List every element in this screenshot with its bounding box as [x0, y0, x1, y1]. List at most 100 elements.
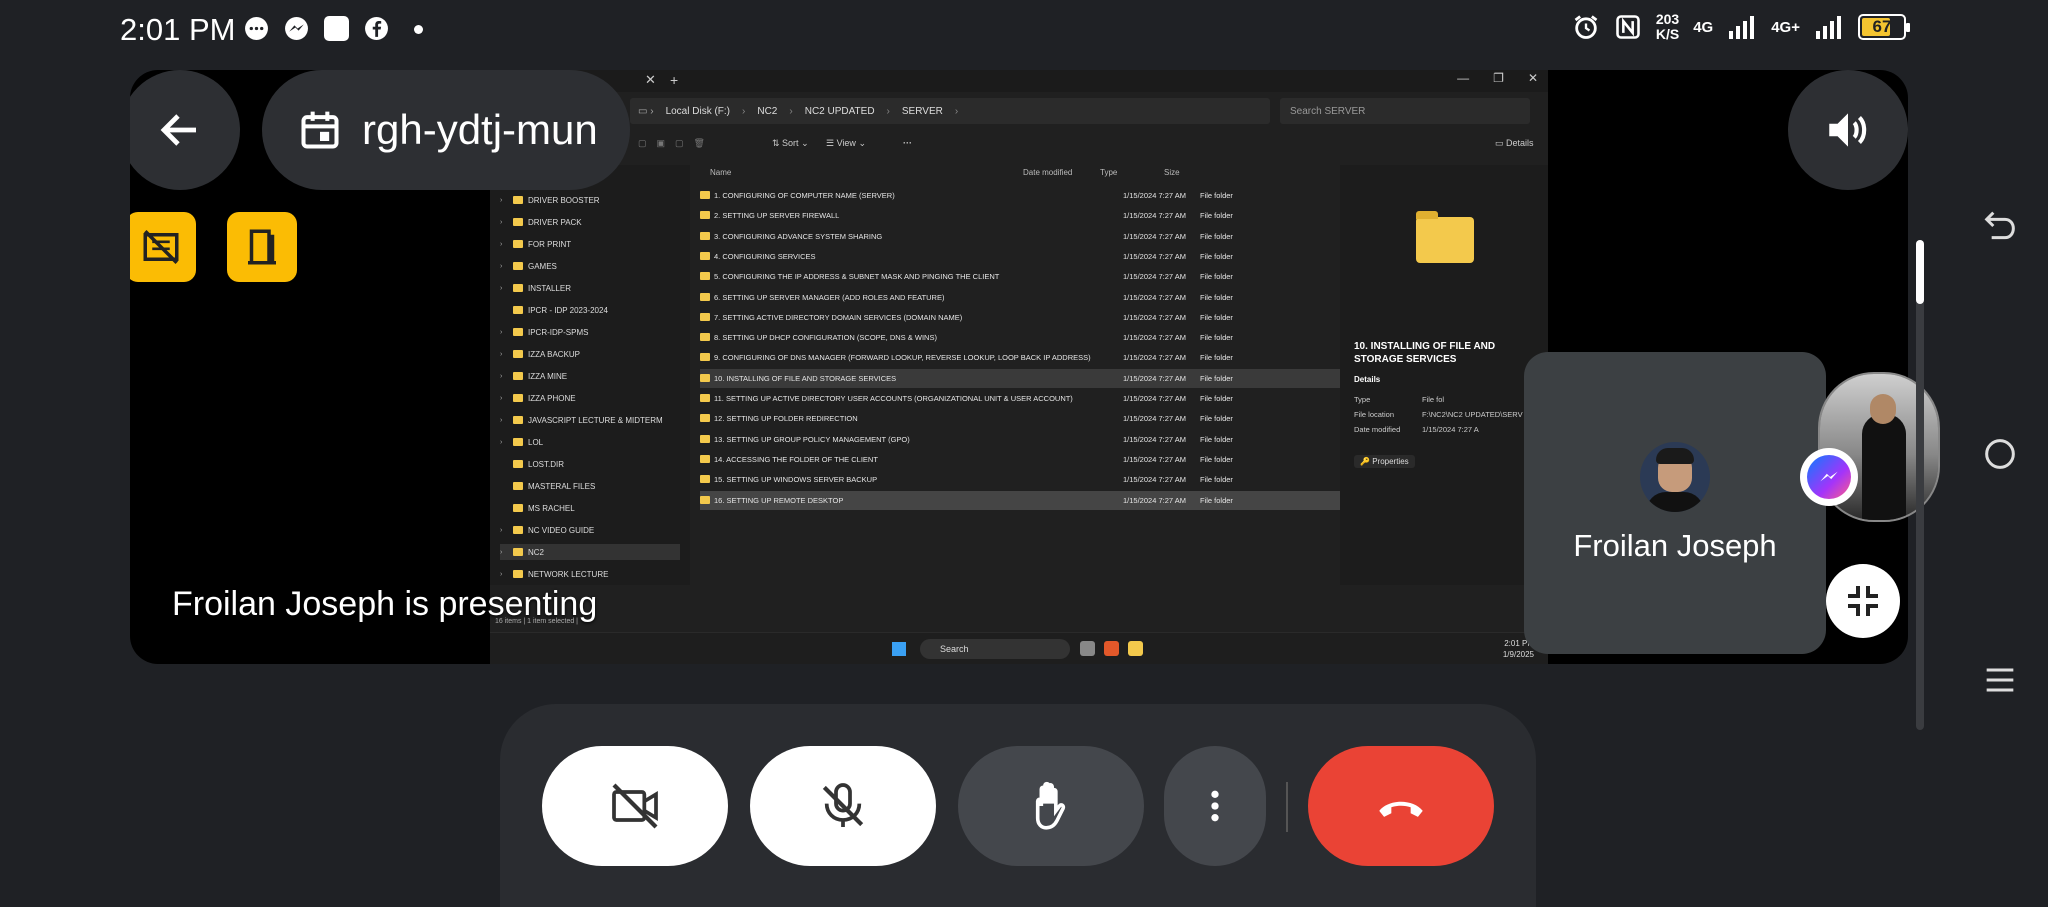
details-row-type: Type File fol [1354, 395, 1445, 404]
view-menu: ☰ View ⌄ [826, 138, 866, 148]
file-row: 16. SETTING UP REMOTE DESKTOP 1/15/2024 7… [700, 490, 1340, 510]
back-nav-icon[interactable] [1980, 206, 2020, 246]
address-row: ▭ › Local Disk (F:) › NC2 › NC2 UPDATED › S… [490, 98, 1548, 126]
folder-icon [700, 251, 710, 260]
more-menu: ··· [903, 138, 912, 148]
meeting-info-chip[interactable]: rgh-ydtj-mun [262, 70, 630, 190]
tab-close-icon: ✕ [645, 72, 656, 87]
file-row: 13. SETTING UP GROUP POLICY MANAGEMENT (… [700, 430, 1340, 449]
folder-icon [700, 272, 710, 281]
col-size: Size [1164, 168, 1180, 177]
nav-item-label: IZZA PHONE [528, 393, 576, 403]
messenger-icon [1820, 471, 1838, 482]
file-name: 5. CONFIGURING THE IP ADDRESS & SUBNET M… [714, 272, 1000, 282]
speed-value: 203 [1655, 11, 1680, 27]
nav-item-label: MS RACHEL [528, 503, 575, 513]
nav-item-label: MASTERAL FILES [528, 481, 596, 491]
menu-nav-icon[interactable] [1980, 660, 2020, 700]
more-vert-icon [1211, 790, 1219, 822]
nav-item-label: GAMES [528, 261, 557, 271]
participant-tile[interactable]: Froilan Joseph [1524, 352, 1826, 654]
more-options-button[interactable] [1164, 746, 1266, 866]
file-name: 15. SETTING UP WINDOWS SERVER BACKUP [714, 475, 878, 485]
file-type: File folder [1200, 495, 1233, 505]
network-speed: 203 K/S [1656, 12, 1679, 42]
speaker-button[interactable] [1788, 70, 1908, 190]
folder-icon [700, 434, 710, 443]
file-name: 12. SETTING UP FOLDER REDIRECTION [714, 414, 858, 424]
file-row: 2. SETTING UP SERVER FIREWALL 1/15/2024 7… [700, 206, 1340, 225]
raise-hand-button[interactable] [958, 746, 1144, 866]
nav-item: MASTERAL FILES [500, 478, 680, 494]
details-title: 10. INSTALLING OF FILE AND STORAGE SERVI… [1354, 341, 1496, 365]
task-view-icon [1080, 641, 1095, 656]
nav-item: › LOL [500, 437, 544, 447]
file-date: 1/15/2024 7:27 AM [1123, 373, 1186, 383]
host-present-off-button[interactable] [130, 212, 196, 282]
home-nav-icon[interactable] [1980, 434, 2020, 474]
file-row: 14. ACCESSING THE FOLDER OF THE CLIENT 1/… [700, 450, 1340, 469]
nav-item: › INSTALLER [500, 283, 571, 293]
file-date: 1/15/2024 7:27 AM [1123, 292, 1186, 302]
file-name: 7. SETTING ACTIVE DIRECTORY DOMAIN SERVI… [714, 312, 963, 322]
file-type: File folder [1200, 272, 1233, 282]
explorer-search: Search SERVER [1280, 98, 1530, 124]
details-row-location: File location F:\NC2\NC2 UPDATED\SERV [1354, 410, 1523, 419]
signal-icon [1729, 16, 1755, 39]
address-bar: ▭ › Local Disk (F:) › NC2 › NC2 UPDATED › S… [630, 98, 1270, 124]
exit-fullscreen-button[interactable] [1826, 564, 1900, 638]
messenger-badge[interactable] [1800, 448, 1858, 506]
folder-icon [513, 416, 523, 424]
file-type: File folder [1200, 394, 1233, 403]
col-type: Type [1100, 168, 1118, 177]
nav-item: › IPCR-IDP-SPMS [500, 327, 589, 337]
file-row: 15. SETTING UP WINDOWS SERVER BACKUP 1/15… [700, 470, 1340, 489]
participant-name: Froilan Joseph [1573, 528, 1777, 563]
volume-icon [1829, 113, 1867, 147]
file-type: File folder [1200, 231, 1233, 241]
folder-icon [513, 438, 523, 446]
end-call-button[interactable] [1308, 746, 1494, 866]
camera-toggle-button[interactable] [542, 746, 728, 866]
file-date: 1/15/2024 7:27 AM [1123, 495, 1186, 505]
file-date: 1/15/2024 7:27 AM [1123, 454, 1186, 464]
nav-item-label: JAVASCRIPT LECTURE & MIDTERM [528, 415, 663, 425]
battery-icon: 67 [1858, 14, 1910, 40]
arrow-left-icon [160, 114, 196, 146]
nav-item-label: INSTALLER [528, 283, 571, 293]
alarm-icon [1574, 15, 1598, 39]
toolbar-icons: ▢ ▣ ▢ 🗑 [638, 138, 705, 148]
file-date: 1/15/2024 7:27 AM [1123, 353, 1186, 363]
brave-icon [1104, 641, 1119, 656]
mic-toggle-button[interactable] [750, 746, 936, 866]
folder-icon [700, 454, 710, 463]
battery-level: 67 [1872, 17, 1892, 36]
folder-icon [700, 292, 710, 301]
file-type: File folder [1200, 373, 1233, 383]
leave-room-button[interactable] [227, 212, 297, 282]
file-name: 16. SETTING UP REMOTE DESKTOP [714, 495, 844, 505]
nav-item: › IZZA BACKUP [500, 349, 581, 359]
back-button[interactable] [130, 70, 240, 190]
nav-item: › DRIVER PACK [500, 217, 582, 227]
file-date: 1/15/2024 7:27 AM [1123, 231, 1186, 241]
folder-icon [700, 353, 710, 362]
meeting-code: rgh-ydtj-mun [362, 106, 598, 153]
file-row: 8. SETTING UP DHCP CONFIGURATION (SCOPE,… [700, 328, 1340, 347]
scroll-thumb[interactable] [1916, 240, 1924, 304]
file-row: 4. CONFIGURING SERVICES 1/15/2024 7:27 AM… [700, 247, 1340, 266]
file-type: File folder [1200, 211, 1233, 221]
folder-icon [513, 504, 523, 512]
network-type-2: 4G+ [1771, 18, 1800, 36]
file-name: 14. ACCESSING THE FOLDER OF THE CLIENT [714, 454, 878, 464]
file-name: 10. INSTALLING OF FILE AND STORAGE SERVI… [714, 373, 897, 383]
file-type: File folder [1200, 475, 1233, 485]
nav-item-label: IPCR-IDP-SPMS [528, 327, 589, 337]
scroll-track[interactable] [1916, 240, 1924, 730]
folder-icon [700, 312, 710, 321]
file-type: File folder [1200, 434, 1233, 444]
nav-item: IPCR - IDP 2023-2024 [500, 302, 680, 318]
file-row: 6. SETTING UP SERVER MANAGER (ADD ROLES … [700, 288, 1340, 307]
file-list: Name Date modified Type Size 1. CONFIGUR… [690, 165, 1340, 585]
nav-item: › IZZA PHONE [500, 393, 576, 403]
